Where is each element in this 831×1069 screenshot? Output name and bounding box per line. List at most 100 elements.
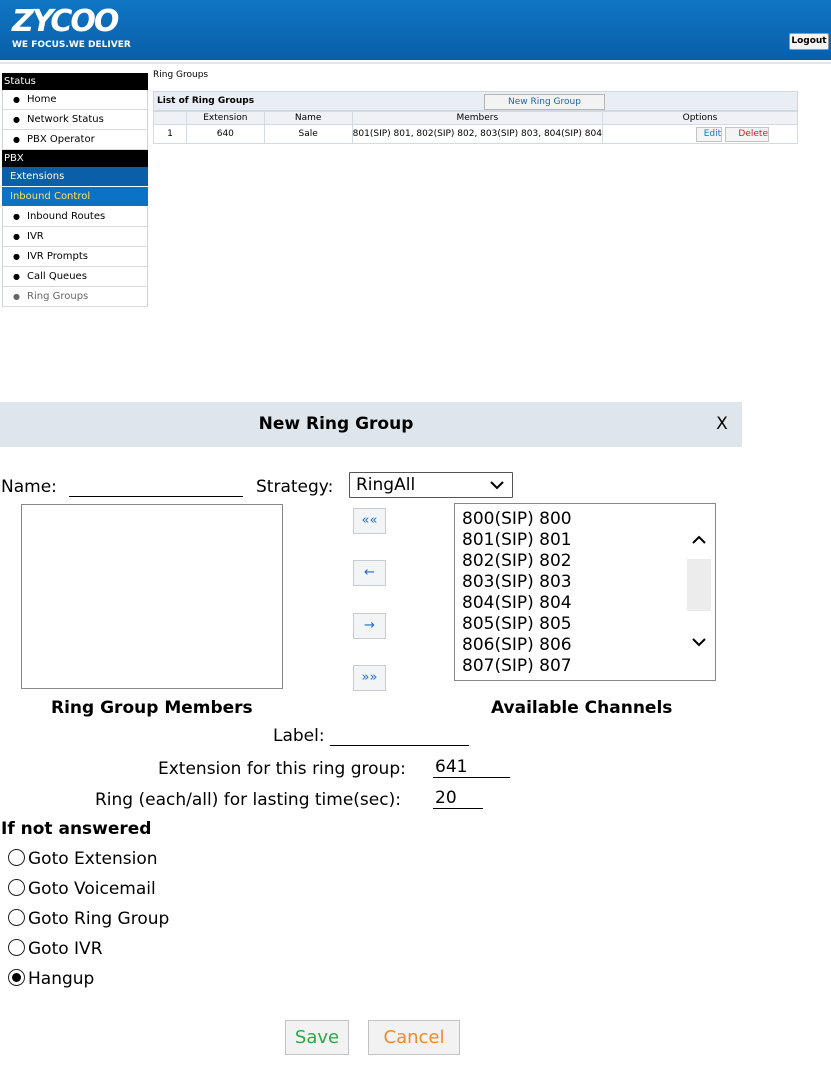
list-item[interactable]: 803(SIP) 803 bbox=[462, 572, 572, 593]
row-options: Edit Delete bbox=[601, 124, 799, 144]
row-extension: 640 bbox=[186, 124, 265, 144]
row-name: Sale bbox=[263, 124, 353, 144]
main-content: Ring Groups List of Ring Groups New Ring… bbox=[152, 68, 799, 144]
available-channels-list[interactable]: 800(SIP) 800 801(SIP) 801 802(SIP) 802 8… bbox=[454, 503, 716, 681]
ring-time-label: Ring (each/all) for lasting time(sec): bbox=[95, 790, 401, 810]
sidebar-section-pbx: PBX bbox=[2, 150, 148, 167]
option-label: Goto Voicemail bbox=[28, 879, 156, 899]
option-label: Goto Ring Group bbox=[28, 909, 170, 929]
edit-button[interactable]: Edit bbox=[696, 127, 723, 142]
bullet-icon: ● bbox=[13, 232, 20, 241]
scrollbar-thumb[interactable] bbox=[687, 559, 711, 611]
list-item[interactable]: 807(SIP) 807 bbox=[462, 656, 572, 677]
label-input[interactable] bbox=[330, 724, 469, 746]
option-goto-voicemail[interactable]: Goto Voicemail bbox=[8, 878, 156, 900]
extension-input[interactable] bbox=[433, 756, 510, 778]
sidebar-item-label: IVR Prompts bbox=[27, 251, 89, 262]
table-row: 1 640 Sale 801(SIP) 801, 802(SIP) 802, 8… bbox=[152, 124, 799, 144]
move-all-to-available-button[interactable]: »» bbox=[353, 665, 386, 691]
list-item[interactable]: 800(SIP) 800 bbox=[462, 509, 572, 530]
column-header-members: Members bbox=[351, 111, 603, 125]
sidebar-item-label: Home bbox=[27, 94, 57, 105]
logo-tagline: WE FOCUS.WE DELIVER bbox=[12, 40, 131, 50]
sidebar-item-ring-groups[interactable]: ● Ring Groups bbox=[2, 287, 148, 307]
radio-button[interactable] bbox=[8, 939, 25, 956]
option-hangup[interactable]: Hangup bbox=[8, 968, 94, 990]
radio-button-selected[interactable] bbox=[8, 969, 25, 986]
option-goto-ivr[interactable]: Goto IVR bbox=[8, 938, 103, 960]
sidebar-item-network-status[interactable]: ● Network Status bbox=[2, 110, 148, 130]
scroll-up-icon[interactable] bbox=[691, 534, 707, 544]
radio-button[interactable] bbox=[8, 849, 25, 866]
members-caption: Ring Group Members bbox=[51, 698, 253, 718]
new-ring-group-button[interactable]: New Ring Group bbox=[484, 94, 605, 110]
label-label: Label: bbox=[273, 726, 325, 746]
option-label: Hangup bbox=[28, 969, 95, 989]
move-to-members-button[interactable]: ← bbox=[353, 560, 386, 586]
sidebar-item-label: Inbound Routes bbox=[27, 211, 106, 222]
radio-button[interactable] bbox=[8, 879, 25, 896]
sidebar-item-label: PBX Operator bbox=[27, 134, 95, 145]
strategy-label: Strategy: bbox=[256, 477, 334, 497]
sidebar-item-label: Ring Groups bbox=[27, 291, 89, 302]
bullet-icon: ● bbox=[13, 292, 20, 301]
chevron-down-icon bbox=[490, 481, 504, 490]
move-all-to-members-button[interactable]: «« bbox=[353, 508, 386, 534]
logo-wordmark: ZYCOO bbox=[12, 4, 119, 39]
sidebar-category-extensions[interactable]: Extensions bbox=[2, 167, 148, 187]
option-label: Goto Extension bbox=[28, 849, 158, 869]
ring-time-input[interactable] bbox=[433, 787, 483, 809]
ring-group-members-list[interactable] bbox=[21, 504, 283, 689]
save-button[interactable]: Save bbox=[285, 1020, 349, 1055]
sidebar-item-pbx-operator[interactable]: ● PBX Operator bbox=[2, 130, 148, 150]
row-members: 801(SIP) 801, 802(SIP) 802, 803(SIP) 803… bbox=[351, 124, 603, 144]
breadcrumb: Ring Groups bbox=[153, 70, 209, 80]
option-label: Goto IVR bbox=[28, 939, 103, 959]
dialog-title-bar: New Ring Group X bbox=[0, 402, 742, 447]
radio-button[interactable] bbox=[8, 909, 25, 926]
sidebar-item-label: Network Status bbox=[27, 114, 104, 125]
delete-button[interactable]: Delete bbox=[725, 127, 769, 142]
bullet-icon: ● bbox=[13, 212, 20, 221]
ring-groups-table: Extension Name Members Options 1 640 Sal… bbox=[152, 111, 799, 144]
if-not-answered-heading: If not answered bbox=[1, 819, 152, 839]
bullet-icon: ● bbox=[13, 272, 20, 281]
option-goto-extension[interactable]: Goto Extension bbox=[8, 848, 158, 870]
row-index: 1 bbox=[152, 124, 188, 144]
list-title: List of Ring Groups bbox=[157, 96, 255, 106]
strategy-select[interactable]: RingAll bbox=[349, 472, 513, 498]
cancel-button[interactable]: Cancel bbox=[368, 1020, 460, 1055]
list-item[interactable]: 801(SIP) 801 bbox=[462, 530, 572, 551]
move-to-available-button[interactable]: → bbox=[353, 613, 386, 639]
top-header: ZYCOO WE FOCUS.WE DELIVER Logout bbox=[0, 0, 831, 60]
sidebar-item-inbound-routes[interactable]: ● Inbound Routes bbox=[2, 207, 148, 227]
sidebar-item-ivr-prompts[interactable]: ● IVR Prompts bbox=[2, 247, 148, 267]
close-icon[interactable]: X bbox=[712, 402, 732, 447]
column-header-index bbox=[152, 111, 188, 125]
list-item[interactable]: 806(SIP) 806 bbox=[462, 635, 572, 656]
ring-groups-list-header: List of Ring Groups New Ring Group bbox=[153, 91, 798, 111]
extension-label: Extension for this ring group: bbox=[158, 759, 406, 779]
sidebar-item-label: IVR bbox=[27, 231, 44, 242]
list-item[interactable]: 802(SIP) 802 bbox=[462, 551, 572, 572]
list-item[interactable]: 804(SIP) 804 bbox=[462, 593, 572, 614]
list-item[interactable]: 805(SIP) 805 bbox=[462, 614, 572, 635]
sidebar-item-ivr[interactable]: ● IVR bbox=[2, 227, 148, 247]
name-label: Name: bbox=[1, 477, 57, 497]
dialog-title: New Ring Group bbox=[258, 414, 414, 434]
table-header-row: Extension Name Members Options bbox=[152, 111, 799, 125]
column-header-options: Options bbox=[601, 111, 799, 125]
bullet-icon: ● bbox=[13, 95, 20, 104]
scroll-down-icon[interactable] bbox=[691, 638, 707, 648]
sidebar-category-inbound-control[interactable]: Inbound Control bbox=[2, 187, 148, 207]
logout-button[interactable]: Logout bbox=[789, 33, 829, 50]
zycoo-logo: ZYCOO WE FOCUS.WE DELIVER bbox=[12, 6, 131, 51]
bullet-icon: ● bbox=[13, 115, 20, 124]
sidebar-item-home[interactable]: ● Home bbox=[2, 90, 148, 110]
sidebar-item-label: Call Queues bbox=[27, 271, 87, 282]
option-goto-ring-group[interactable]: Goto Ring Group bbox=[8, 908, 169, 930]
sidebar: Status ● Home ● Network Status ● PBX Operat… bbox=[2, 73, 148, 307]
name-input[interactable] bbox=[69, 475, 243, 497]
strategy-selected-value: RingAll bbox=[356, 475, 416, 495]
sidebar-item-call-queues[interactable]: ● Call Queues bbox=[2, 267, 148, 287]
